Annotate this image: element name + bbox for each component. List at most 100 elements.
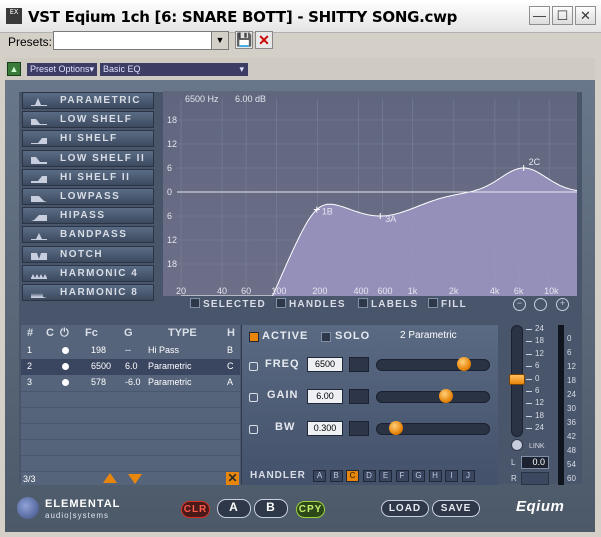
copy-button[interactable]: CPY <box>296 501 325 518</box>
filter-type-hipass[interactable]: HIPASS <box>22 207 154 225</box>
minimize-button[interactable]: — <box>529 6 550 25</box>
empty-row <box>21 407 240 424</box>
presets-dropdown[interactable]: ▼ <box>53 31 229 50</box>
filter-type-notch[interactable]: NOTCH <box>22 245 154 263</box>
solo-checkbox[interactable] <box>321 332 331 342</box>
maximize-button[interactable]: ☐ <box>552 6 573 25</box>
handler-button-c[interactable]: C <box>346 470 359 482</box>
master-gain-handle[interactable] <box>509 374 525 385</box>
filter-shape-icon <box>31 196 47 202</box>
chevron-down-icon[interactable]: ▼ <box>211 32 228 49</box>
close-button[interactable]: ✕ <box>575 6 596 25</box>
table-row[interactable]: 3 578 -6.0 Parametric A <box>21 375 240 391</box>
handler-button-a[interactable]: A <box>313 470 326 482</box>
table-row[interactable]: 1 198 -- Hi Pass B <box>21 343 240 359</box>
band-type: Parametric <box>148 377 192 387</box>
a-button[interactable]: A <box>217 499 251 518</box>
filter-type-harmonic-4[interactable]: HARMONIC 4 <box>22 264 154 282</box>
handler-button-f[interactable]: F <box>395 470 409 482</box>
program-icon[interactable]: ▲ <box>7 62 21 76</box>
filter-type-low-shelf[interactable]: LOW SHELF <box>22 111 154 129</box>
filter-type-hi-shelf[interactable]: HI SHELF <box>22 130 154 148</box>
handler-button-i[interactable]: I <box>445 470 458 482</box>
band-enable-icon[interactable] <box>62 379 69 386</box>
gain-input[interactable]: 6.00 <box>307 389 343 404</box>
master-gain-value[interactable]: 0.0 <box>521 456 549 469</box>
preset-options-menu[interactable]: Preset Options▾ <box>27 63 97 76</box>
filter-type-low-shelf-ii[interactable]: LOW SHELF II <box>22 149 154 167</box>
filter-type-harmonic-8[interactable]: HARMONIC 8 <box>22 284 154 301</box>
eq-curve-display[interactable]: 1812606121820 40 60 100 200 400 600 1k 2k 4k 6k 10k… <box>163 91 577 296</box>
zoom-out-icon[interactable]: − <box>513 298 526 311</box>
save-preset-button[interactable]: 💾 <box>235 31 253 49</box>
link-icon[interactable] <box>511 439 523 451</box>
brand-name: ELEMENTAL <box>45 498 121 510</box>
col-header-g: G <box>124 327 133 339</box>
freq-slider-knob[interactable] <box>457 357 471 371</box>
move-down-icon[interactable] <box>128 474 142 484</box>
band-name: 2 Parametric <box>400 330 457 341</box>
brand-subtitle: audio|systems <box>45 511 109 520</box>
clear-button[interactable]: CLR <box>181 501 210 518</box>
band-enable-icon[interactable] <box>62 363 69 370</box>
band-handle-label: 1B <box>322 207 333 217</box>
zoom-fit-icon[interactable] <box>534 298 547 311</box>
handler-button-e[interactable]: E <box>379 470 392 482</box>
filter-type-label: LOW SHELF <box>60 114 133 126</box>
filter-type-label: HARMONIC 4 <box>60 267 139 279</box>
filter-type-bandpass[interactable]: BANDPASS <box>22 226 154 244</box>
meter-scale-label: 18 <box>567 376 576 385</box>
option-fill[interactable]: FILL <box>428 298 467 310</box>
option-labels[interactable]: LABELS <box>358 298 418 310</box>
move-up-icon[interactable] <box>103 473 117 483</box>
remove-band-button[interactable]: ✕ <box>226 472 239 485</box>
zoom-in-icon[interactable]: + <box>556 298 569 311</box>
filter-type-lowpass[interactable]: LOWPASS <box>22 188 154 205</box>
band-gain: -- <box>125 345 131 355</box>
handler-button-b[interactable]: B <box>329 470 343 482</box>
filter-type-label: HARMONIC 8 <box>60 287 139 298</box>
lock-icon[interactable] <box>249 425 258 434</box>
save-button[interactable]: SAVE <box>432 500 480 517</box>
option-selected[interactable]: SELECTED <box>190 298 266 310</box>
bw-slider[interactable] <box>376 421 490 435</box>
handler-button-j[interactable]: J <box>461 470 475 482</box>
gain-scale-label: 12 <box>535 398 544 408</box>
app-icon[interactable]: EX <box>6 8 22 24</box>
active-checkbox[interactable] <box>249 332 259 342</box>
meter-scale-label: 6 <box>567 348 572 357</box>
gain-stepper[interactable] <box>349 389 369 404</box>
gain-scale-tick <box>526 428 532 430</box>
option-handles[interactable]: HANDLES <box>276 298 346 310</box>
handler-button-h[interactable]: H <box>428 470 442 482</box>
delete-preset-button[interactable]: ✕ <box>255 31 273 49</box>
lock-icon[interactable] <box>249 393 258 402</box>
filter-type-parametric[interactable]: PARAMETRIC <box>22 92 154 109</box>
freq-tick-label: 400 <box>353 286 368 296</box>
gain-scale-tick <box>526 366 532 368</box>
freq-input[interactable]: 6500 <box>307 357 343 372</box>
table-row[interactable]: 2 6500 6.0 Parametric C <box>21 359 240 375</box>
gain-slider-knob[interactable] <box>439 389 453 403</box>
handler-button-g[interactable]: G <box>412 470 425 482</box>
preset-name-dropdown[interactable]: Basic EQ ▾ <box>100 63 248 76</box>
b-button[interactable]: B <box>254 499 288 518</box>
bw-slider-knob[interactable] <box>389 421 403 435</box>
lock-icon[interactable] <box>249 362 258 371</box>
right-gain-value[interactable] <box>521 472 549 485</box>
filter-type-hi-shelf-ii[interactable]: HI SHELF II <box>22 168 154 186</box>
meter-scale-label: 0 <box>567 334 572 343</box>
freq-slider[interactable] <box>376 357 490 371</box>
cursor-gain: 6.00 dB <box>235 94 266 104</box>
db-tick-label: 18 <box>167 259 177 269</box>
load-button[interactable]: LOAD <box>381 500 429 517</box>
handler-button-d[interactable]: D <box>362 470 376 482</box>
band-enable-icon[interactable] <box>62 347 69 354</box>
eq-graph[interactable]: 18 12 6 0 6 12 18 20 40 60 100 200 400 600 1k 2k 4k 6k 10k… <box>163 91 577 296</box>
gain-slider[interactable] <box>376 389 490 403</box>
filter-type-label: PARAMETRIC <box>60 95 141 106</box>
bw-input[interactable]: 0.300 <box>307 421 343 436</box>
gain-scale-label: 24 <box>535 324 544 333</box>
bw-stepper[interactable] <box>349 421 369 436</box>
freq-stepper[interactable] <box>349 357 369 372</box>
